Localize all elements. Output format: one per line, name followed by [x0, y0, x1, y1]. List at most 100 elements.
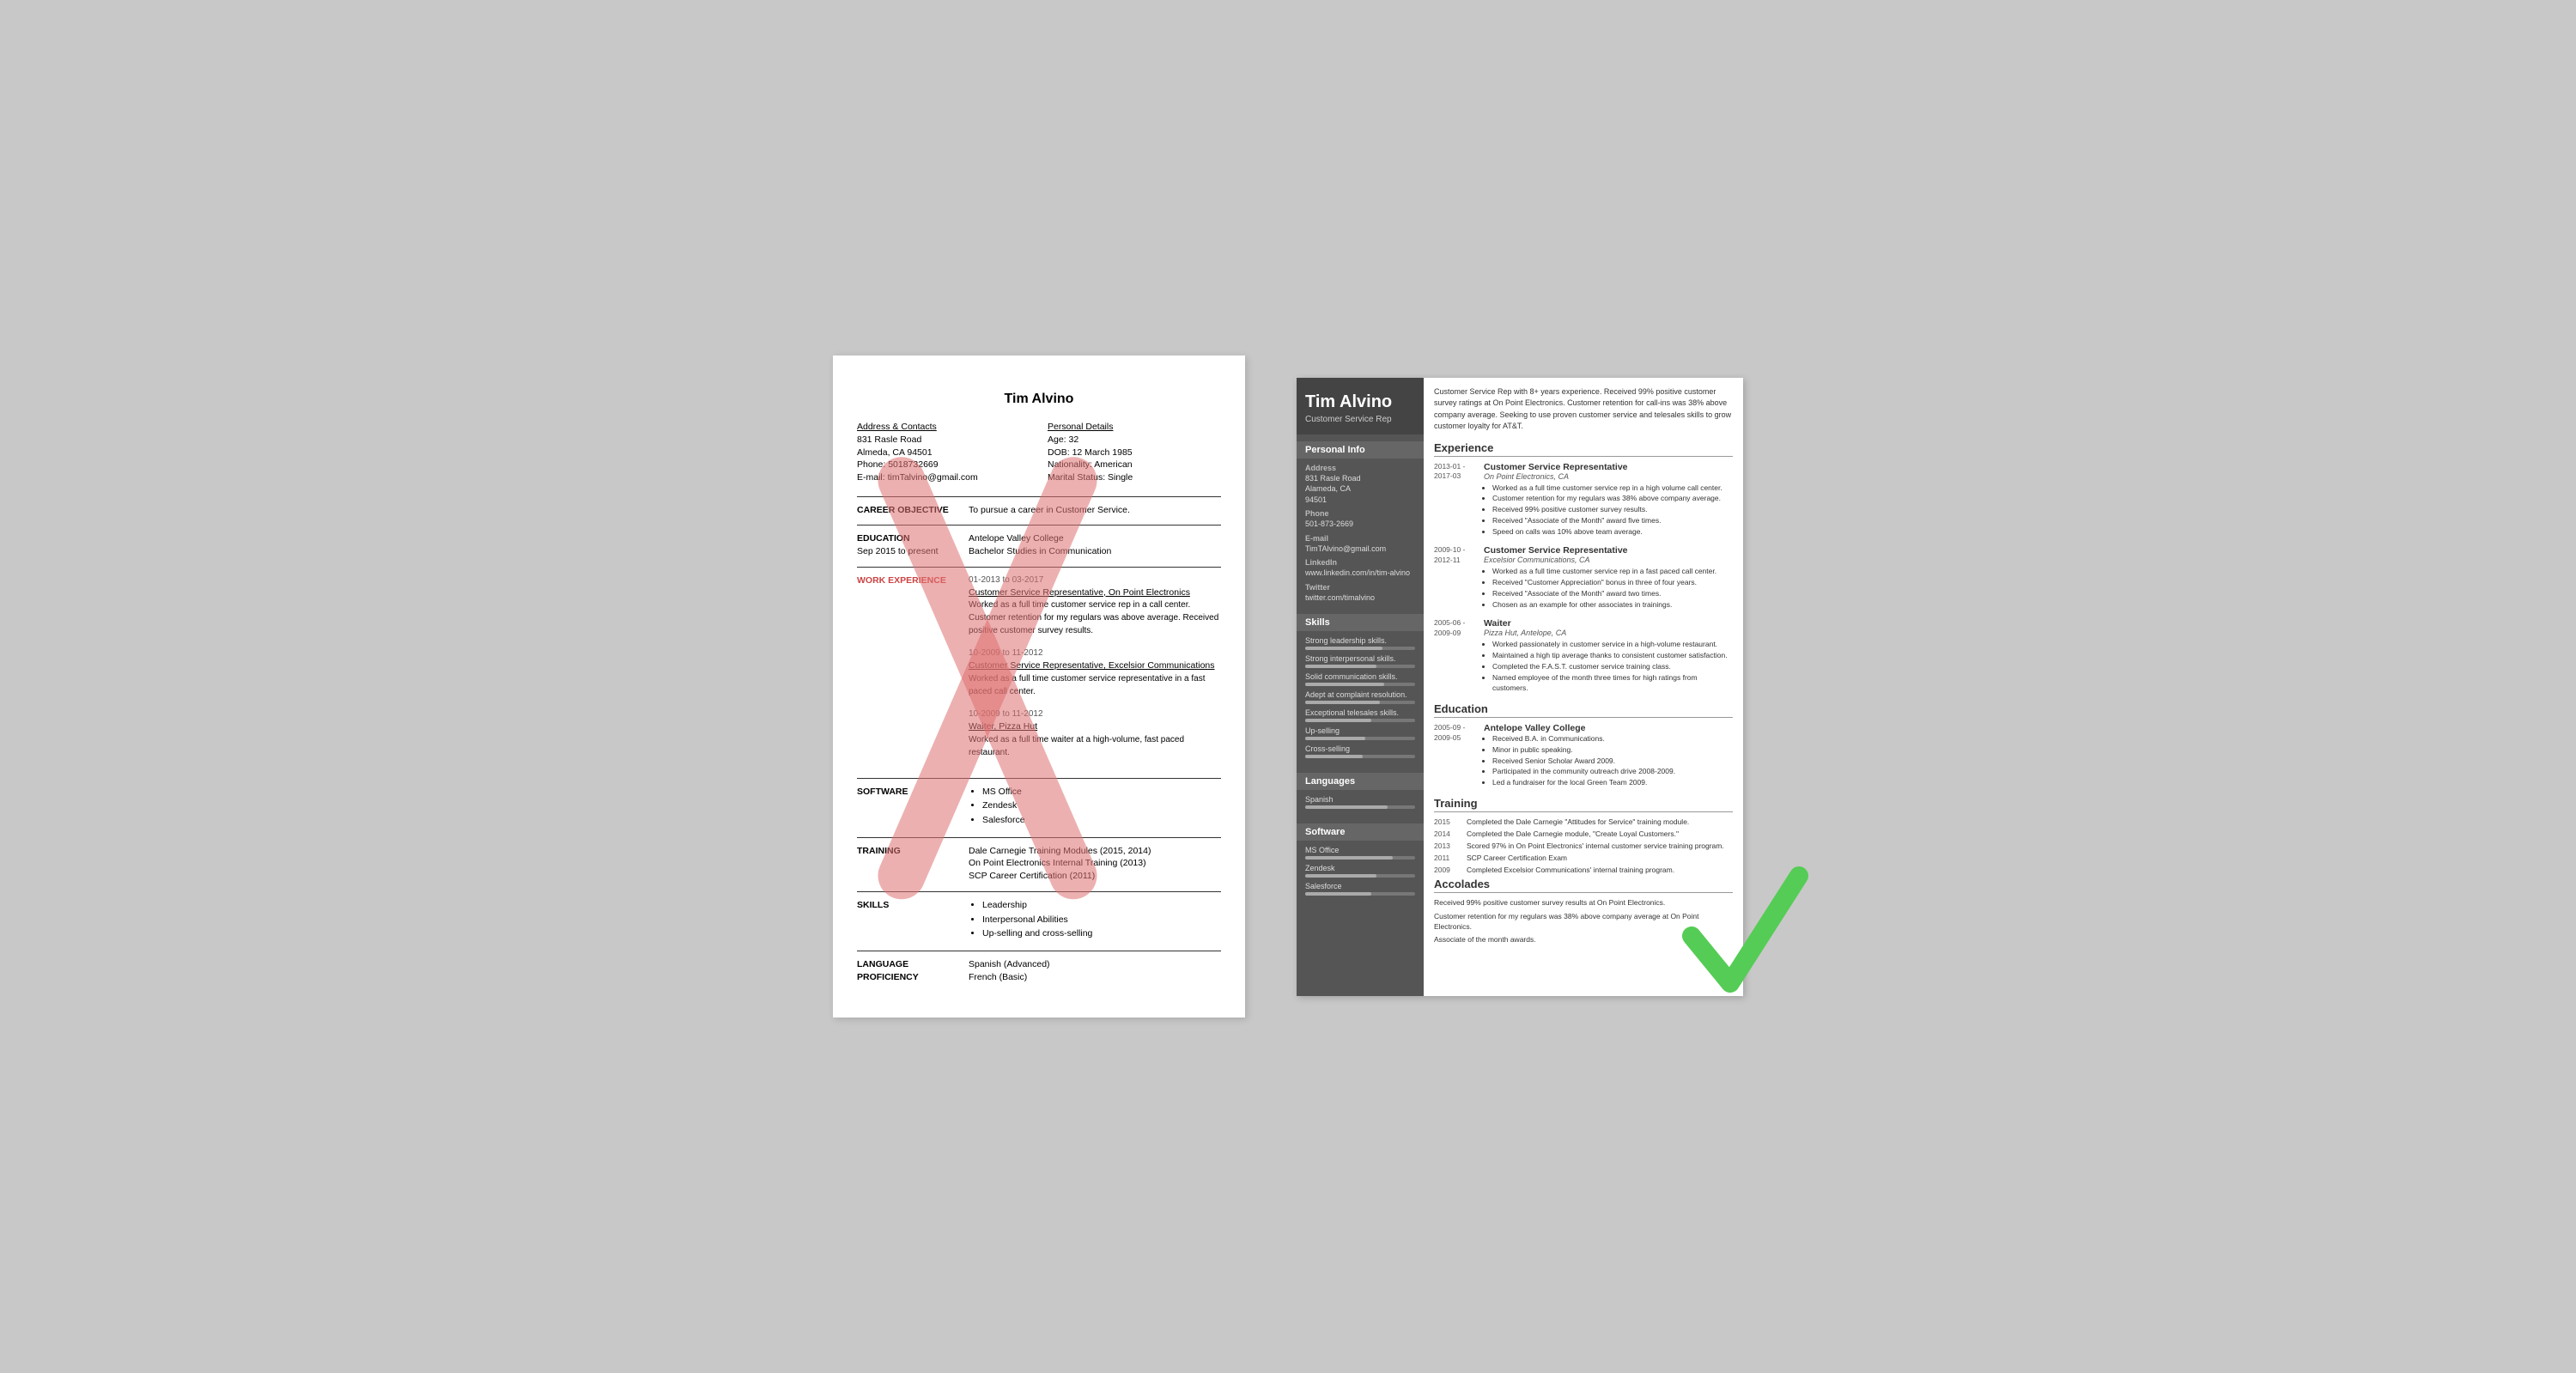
training-desc: Completed the Dale Carnegie "Attitudes f… — [1467, 817, 1733, 826]
email: E-mail: timTalvino@gmail.com — [857, 471, 1030, 484]
software-section: SOFTWARE MS OfficeZendeskSalesforce — [857, 786, 1221, 829]
list-item: Maintained a high tip average thanks to … — [1492, 650, 1733, 661]
education-title: Education — [1434, 702, 1733, 718]
skill-bar-bg — [1305, 683, 1415, 686]
training-year: 2009 — [1434, 866, 1460, 874]
work-date: 01-2013 to 03-2017 — [969, 574, 1221, 586]
list-item: Worked as a full time customer service r… — [1492, 483, 1733, 494]
skill-name: Exceptional telesales skills. — [1305, 708, 1415, 717]
list-item: French (Basic) — [969, 971, 1221, 984]
exp-company: Excelsior Communications, CA — [1484, 556, 1733, 564]
software-row: Salesforce — [1305, 882, 1415, 896]
list-item: Received Senior Scholar Award 2009. — [1492, 756, 1733, 767]
skill-row: Cross-selling — [1305, 744, 1415, 758]
education-label: EDUCATION — [857, 532, 960, 545]
list-item: Leadership — [982, 899, 1221, 912]
exp-date: 2009-10 - 2012-11 — [1434, 545, 1477, 610]
software-name: Zendesk — [1305, 864, 1415, 872]
email-label: E-mail — [1305, 534, 1415, 543]
work-experience-label: WORK EXPERIENCE — [857, 574, 960, 587]
software-bar-bg — [1305, 874, 1415, 878]
training-desc: Completed Excelsior Communications' inte… — [1467, 866, 1733, 874]
age: Age: 32 — [1048, 434, 1221, 447]
work-date: 10-2009 to 11-2012 — [969, 647, 1221, 659]
experience-entry: 2005-06 - 2009-09 Waiter Pizza Hut, Ante… — [1434, 618, 1733, 694]
work-entry: 10-2009 to 11-2012 Waiter, Pizza Hut Wor… — [969, 708, 1221, 759]
phone: Phone: 5018732669 — [857, 459, 1030, 471]
training-desc: Scored 97% in On Point Electronics' inte… — [1467, 841, 1733, 850]
accolade-item: Received 99% positive customer survey re… — [1434, 898, 1733, 908]
skills-list: LeadershipInterpersonal AbilitiesUp-sell… — [969, 899, 1221, 940]
language-bar-bg — [1305, 805, 1415, 809]
skill-bar-fill — [1305, 737, 1365, 740]
languages-sidebar-section: Languages Spanish — [1297, 766, 1424, 817]
skill-bar-bg — [1305, 701, 1415, 704]
skills-sidebar-section: Skills Strong leadership skills. Strong … — [1297, 607, 1424, 766]
languages-sidebar-title: Languages — [1297, 773, 1424, 790]
list-item: On Point Electronics Internal Training (… — [969, 857, 1221, 870]
training-label: TRAINING — [857, 845, 960, 883]
skill-name: Strong leadership skills. — [1305, 636, 1415, 645]
skills-sidebar-title: Skills — [1297, 614, 1424, 631]
software-label: SOFTWARE — [857, 786, 960, 829]
list-item: Customer retention for my regulars was 3… — [1492, 493, 1733, 504]
exp-job-title: Waiter — [1484, 618, 1733, 629]
exp-bullets: Worked as a full time customer service r… — [1484, 483, 1733, 538]
software-bar-bg — [1305, 856, 1415, 860]
list-item: Participated in the community outreach d… — [1492, 766, 1733, 777]
personal-info-section: Personal Info Address 831 Rasle Road Ala… — [1297, 434, 1424, 607]
twitter-label: Twitter — [1305, 583, 1415, 592]
address: 831 Rasle Road — [857, 434, 1030, 447]
nationality: Nationality: American — [1048, 459, 1221, 471]
skill-bar-bg — [1305, 719, 1415, 722]
sidebar-title: Customer Service Rep — [1305, 415, 1415, 424]
experience-entry: 2009-10 - 2012-11 Customer Service Repre… — [1434, 545, 1733, 610]
phone-value: 501-873-2669 — [1305, 519, 1415, 530]
experience-title: Experience — [1434, 441, 1733, 457]
skill-bar-fill — [1305, 647, 1382, 650]
training-year: 2015 — [1434, 817, 1460, 826]
work-desc: Worked as a full time customer service r… — [969, 672, 1221, 698]
training-entry: 2014 Completed the Dale Carnegie module,… — [1434, 829, 1733, 838]
exp-date: 2013-01 - 2017-03 — [1434, 462, 1477, 538]
work-entry: 10-2009 to 11-2012 Customer Service Repr… — [969, 647, 1221, 698]
training-entry: 2013 Scored 97% in On Point Electronics'… — [1434, 841, 1733, 850]
skill-row: Solid communication skills. — [1305, 672, 1415, 686]
edu-bullets: Received B.A. in Communications.Minor in… — [1484, 733, 1733, 788]
work-title: Customer Service Representative, On Poin… — [969, 586, 1221, 599]
exp-bullets: Worked passionately in customer service … — [1484, 639, 1733, 694]
exp-bullets: Worked as a full time customer service r… — [1484, 566, 1733, 610]
good-resume: Tim Alvino Customer Service Rep Personal… — [1297, 378, 1743, 996]
list-item: Interpersonal Abilities — [982, 914, 1221, 926]
phone-label: Phone — [1305, 509, 1415, 518]
list-item: Worked passionately in customer service … — [1492, 639, 1733, 650]
skill-bar-bg — [1305, 737, 1415, 740]
personal-label: Personal Details — [1048, 421, 1221, 434]
list-item: Spanish (Advanced) — [969, 958, 1221, 971]
summary-text: Customer Service Rep with 8+ years exper… — [1434, 386, 1733, 433]
linkedin-label: LinkedIn — [1305, 558, 1415, 567]
exp-details: Customer Service Representative Excelsio… — [1484, 545, 1733, 610]
edu-details: Antelope Valley College Received B.A. in… — [1484, 723, 1733, 788]
list-item: Salesforce — [982, 814, 1221, 827]
language-bar-fill — [1305, 805, 1388, 809]
list-item: Received 99% positive customer survey re… — [1492, 504, 1733, 515]
edu-date: 2005-09 - 2009-05 — [1434, 723, 1477, 788]
address-value: 831 Rasle Road Alameda, CA 94501 — [1305, 473, 1415, 506]
list-item: Received B.A. in Communications. — [1492, 733, 1733, 744]
education-date: Sep 2015 to present — [857, 545, 960, 558]
career-objective-section: CAREER OBJECTIVE To pursue a career in C… — [857, 504, 1221, 517]
training-entry: 2011 SCP Career Certification Exam — [1434, 854, 1733, 862]
exp-date: 2005-06 - 2009-09 — [1434, 618, 1477, 694]
personal-info-title: Personal Info — [1297, 441, 1424, 459]
work-title: Waiter, Pizza Hut — [969, 720, 1221, 733]
dob: DOB: 12 March 1985 — [1048, 447, 1221, 459]
experience-entry: 2013-01 - 2017-03 Customer Service Repre… — [1434, 462, 1733, 538]
address-label: Address — [1305, 464, 1415, 472]
career-objective-label: CAREER OBJECTIVE — [857, 504, 960, 517]
list-item: Named employee of the month three times … — [1492, 672, 1733, 695]
language-label: LANGUAGE PROFICIENCY — [857, 958, 960, 983]
training-year: 2014 — [1434, 829, 1460, 838]
work-experience-section: WORK EXPERIENCE 01-2013 to 03-2017 Custo… — [857, 574, 1221, 769]
skill-row: Up-selling — [1305, 726, 1415, 740]
